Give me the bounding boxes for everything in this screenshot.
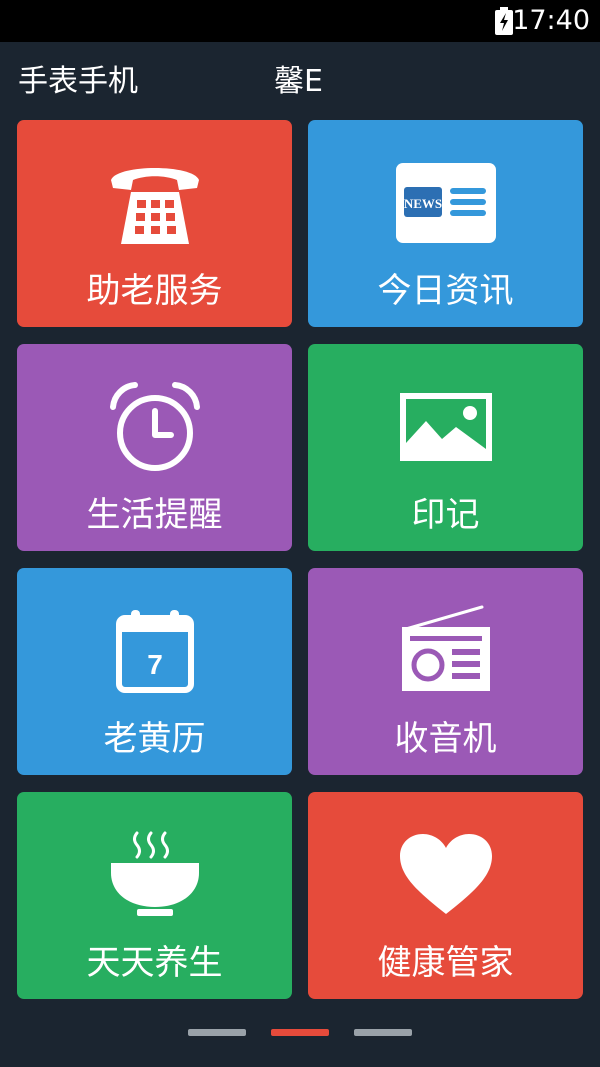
tile-label: 生活提醒: [86, 495, 223, 535]
tile-radio[interactable]: 收音机: [308, 568, 583, 775]
header-left-title: 手表手机: [18, 64, 138, 99]
tile-label: 天天养生: [86, 943, 223, 983]
tile-label: 老黄历: [103, 719, 206, 759]
page-dot[interactable]: [354, 1029, 412, 1036]
radio-icon: [401, 605, 490, 691]
picture-icon: [399, 393, 492, 461]
status-time: 17:40: [512, 5, 590, 36]
soup-bowl-icon: [110, 831, 199, 916]
status-bar: 17:40: [0, 0, 600, 42]
heart-icon: [399, 834, 492, 914]
tile-label: 今日资讯: [377, 271, 514, 311]
telephone-icon: [110, 168, 199, 244]
tile-daily-health[interactable]: 天天养生: [17, 792, 292, 999]
app-title: 馨E: [274, 64, 323, 99]
tile-label: 助老服务: [86, 271, 223, 311]
news-icon-text: NEWS: [403, 196, 441, 211]
page-dot-active[interactable]: [271, 1029, 329, 1036]
tile-imprint[interactable]: 印记: [308, 344, 583, 551]
tile-label: 印记: [411, 495, 480, 535]
battery-charging-icon: [495, 7, 513, 35]
page-indicator: [0, 1029, 600, 1039]
tile-label: 收音机: [394, 719, 497, 759]
app-header: 手表手机 馨E: [0, 42, 600, 120]
tile-life-reminder[interactable]: 生活提醒: [17, 344, 292, 551]
calendar-day: 7: [147, 649, 163, 680]
tile-health-manager[interactable]: 健康管家: [308, 792, 583, 999]
tile-today-news[interactable]: NEWS 今日资讯: [308, 120, 583, 327]
page-dot[interactable]: [188, 1029, 246, 1036]
news-icon: NEWS: [395, 163, 496, 243]
tile-label: 健康管家: [377, 943, 514, 983]
tile-almanac[interactable]: 7 老黄历: [17, 568, 292, 775]
calendar-icon: 7: [115, 610, 194, 693]
tile-elderly-service[interactable]: 助老服务: [17, 120, 292, 327]
alarm-clock-icon: [109, 382, 200, 471]
